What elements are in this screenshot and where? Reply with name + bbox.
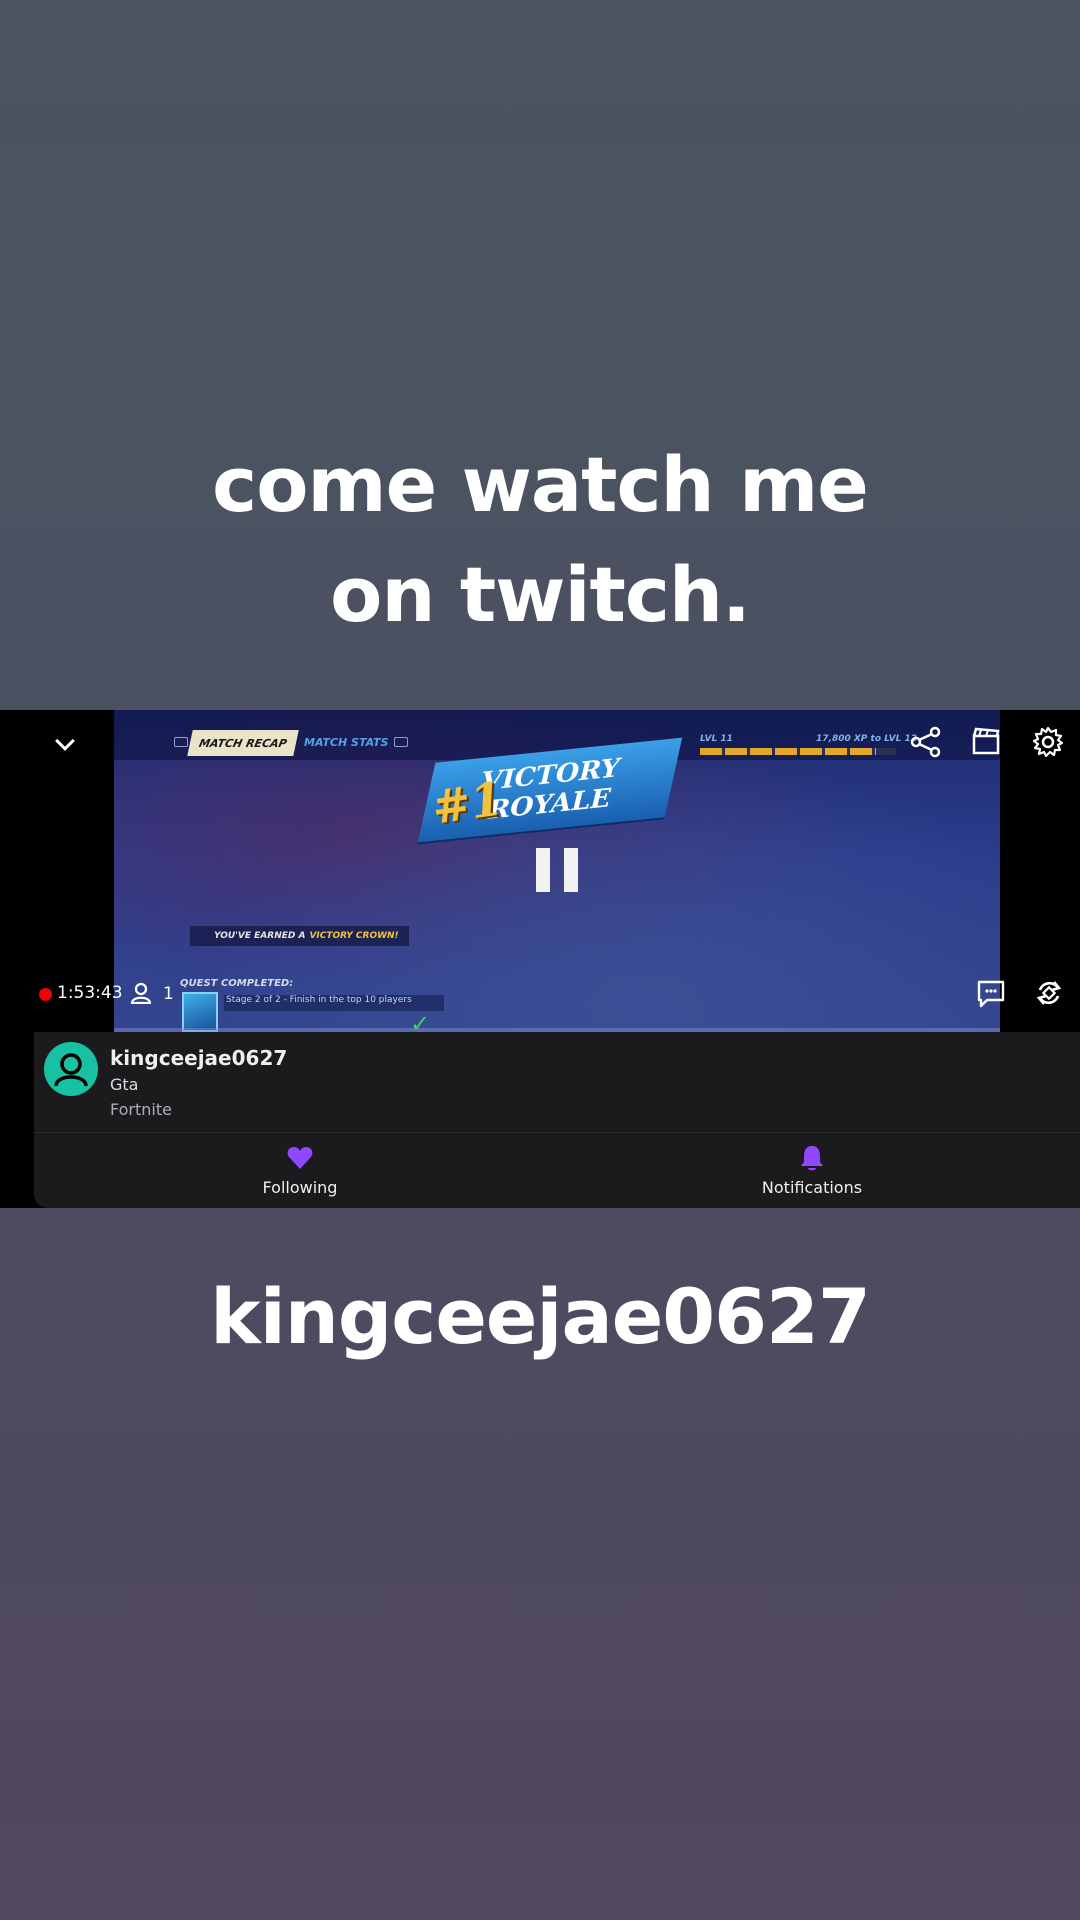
live-indicator-dot (39, 988, 52, 1001)
avatar-icon (54, 1053, 88, 1087)
notifications-button[interactable]: Notifications (712, 1144, 912, 1197)
crown-message-highlight: VICTORY CROWN! (309, 931, 399, 941)
chat-icon[interactable] (977, 980, 1005, 1008)
avatar[interactable] (44, 1042, 98, 1096)
rotate-icon[interactable] (1034, 978, 1064, 1008)
channel-name[interactable]: kingceejae0627 (110, 1046, 287, 1070)
promo-headline: come watch me on twitch. (212, 440, 869, 639)
stream-title: Gta (110, 1075, 139, 1094)
crown-message: YOU'VE EARNED A VICTORY CROWN! (190, 926, 409, 946)
quest-description: Stage 2 of 2 - Finish in the top 10 play… (224, 995, 444, 1011)
match-stats-tab: MATCH STATS (304, 736, 389, 749)
level-label: LVL 11 (700, 734, 733, 744)
viewer-count: 1 (163, 984, 174, 1004)
xp-label: 17,800 XP to LVL 12 (816, 734, 918, 744)
following-button[interactable]: Following (200, 1144, 400, 1197)
viewer-icon (130, 982, 152, 1004)
notifications-label: Notifications (761, 1178, 863, 1197)
gear-icon[interactable] (1032, 726, 1064, 758)
video-player[interactable]: MATCH RECAP MATCH STATS LVL 11 17,800 XP… (0, 710, 1080, 1032)
pause-icon[interactable] (536, 848, 578, 892)
channel-info-card: kingceejae0627 Gta Fortnite Following No… (34, 1032, 1080, 1208)
hud-left-icon (174, 737, 188, 747)
following-label: Following (262, 1178, 338, 1197)
quest-card-icon (182, 992, 218, 1032)
share-icon[interactable] (908, 726, 944, 758)
game-category[interactable]: Fortnite (110, 1100, 172, 1119)
victory-number: #1 (428, 771, 506, 835)
crown-message-text: YOU'VE EARNED A (214, 931, 306, 941)
live-duration: 1:53:43 (57, 983, 123, 1003)
heart-icon (287, 1147, 313, 1169)
hud-right-icon (394, 737, 408, 747)
match-recap-tab: MATCH RECAP (187, 730, 299, 756)
channel-caption: kingceejae0627 (210, 1272, 871, 1361)
quest-title: QUEST COMPLETED: (180, 978, 294, 989)
xp-progress-bar (700, 748, 896, 755)
bell-icon (801, 1146, 823, 1171)
clip-icon[interactable] (972, 727, 1000, 755)
divider (34, 1132, 1080, 1133)
xp-progress-fill (700, 748, 877, 755)
